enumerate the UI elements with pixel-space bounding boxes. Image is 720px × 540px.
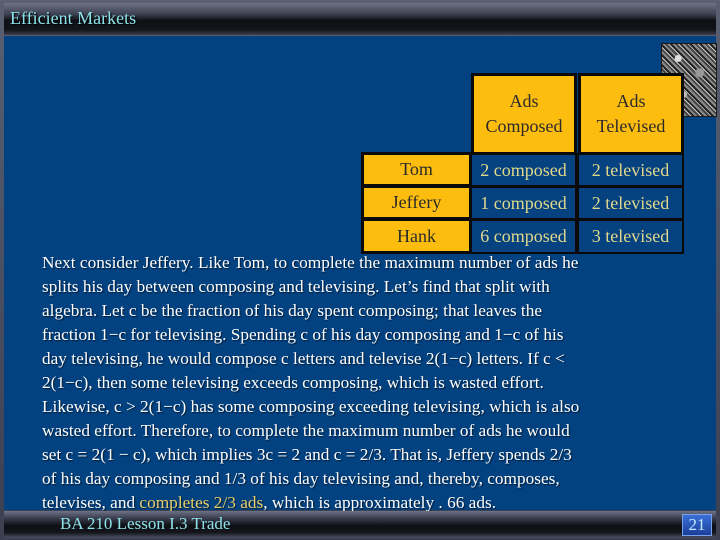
body-line: 2(1−c), then some televising exceeds com… xyxy=(42,373,544,392)
body-line: algebra. Let c be the fraction of his da… xyxy=(42,301,543,320)
cell-hank-composed: 6 composed xyxy=(470,219,577,254)
header-line: Televised xyxy=(596,116,666,136)
header-line: Ads xyxy=(509,91,539,111)
body-line: Next consider Jeffery. Like Tom, to comp… xyxy=(42,253,579,272)
body-line: fraction 1−c for televising. Spending c … xyxy=(42,325,564,344)
column-header-televised: Ads Televised xyxy=(578,73,684,155)
header-line: Composed xyxy=(485,116,563,136)
body-line: day televising, he would compose c lette… xyxy=(42,349,565,368)
body-paragraph: Next consider Jeffery. Like Tom, to comp… xyxy=(42,251,692,515)
cell-jeffery-televised: 2 televised xyxy=(577,186,684,220)
body-line: of his day composing and 1/3 of his day … xyxy=(42,469,560,488)
text-span: televises, and xyxy=(42,493,140,512)
body-line: set c = 2(1 − c), which implies 3c = 2 a… xyxy=(42,445,572,464)
body-line: wasted effort. Therefore, to complete th… xyxy=(42,421,570,440)
cell-tom-composed: 2 composed xyxy=(470,153,577,187)
row-label-tom: Tom xyxy=(361,152,472,187)
row-label-jeffery: Jeffery xyxy=(361,185,472,220)
body-line: splits his day between composing and tel… xyxy=(42,277,550,296)
cell-tom-televised: 2 televised xyxy=(577,153,684,187)
title-bar: Efficient Markets xyxy=(4,3,716,35)
column-header-composed: Ads Composed xyxy=(471,73,577,155)
cell-jeffery-composed: 1 composed xyxy=(470,186,577,220)
header-line: Ads xyxy=(616,91,646,111)
highlighted-result: completes 2/3 ads xyxy=(139,493,264,512)
page-number: 21 xyxy=(682,514,712,536)
cell-hank-televised: 3 televised xyxy=(577,219,684,254)
row-label-hank: Hank xyxy=(361,218,472,254)
footer-bar: BA 210 Lesson I.3 Trade 21 xyxy=(4,511,716,538)
slide-title: Efficient Markets xyxy=(10,8,137,28)
body-line: Likewise, c > 2(1−c) has some composing … xyxy=(42,397,580,416)
course-label: BA 210 Lesson I.3 Trade xyxy=(60,514,231,533)
text-span: , which is approximately . 66 ads. xyxy=(263,493,497,512)
